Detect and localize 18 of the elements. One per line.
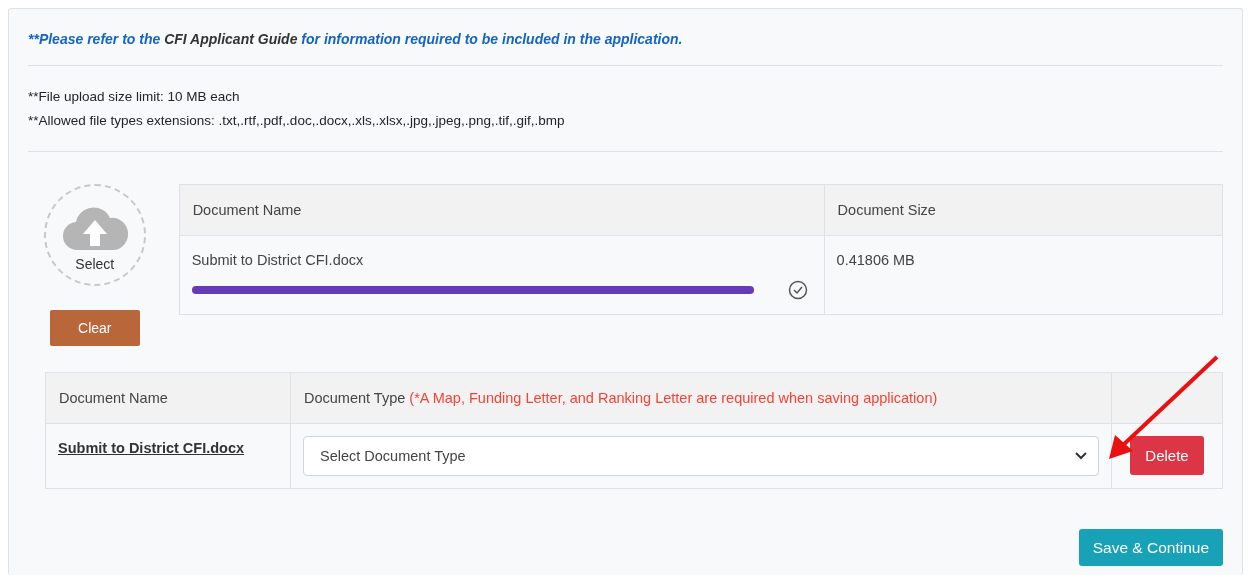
- chevron-down-icon: [1074, 451, 1088, 461]
- cloud-upload-icon: [61, 206, 128, 252]
- file-name: Submit to District CFI.docx: [191, 252, 365, 268]
- required-note: (*A Map, Funding Letter, and Ranking Letter are required when saving application): [409, 390, 938, 406]
- document-type-select[interactable]: Select Document Type: [303, 436, 1099, 476]
- select-file-button[interactable]: Select: [43, 184, 146, 286]
- limit-text: **File upload size limit: 10 MB each: [28, 88, 241, 106]
- notice-text: **Please refer to the CFI Applicant Guide for information required to be included in the application.: [28, 9, 1223, 66]
- column-header: Document Size: [824, 184, 1223, 236]
- limit-text: **Allowed file types extensions: .txt,.rtf,.pdf,.doc,.docx,.xls,.xlsx,.jpg,.jpeg,.png,.tif,.gif,.bmp: [28, 112, 566, 130]
- clear-button[interactable]: Clear: [49, 310, 140, 346]
- guide-link[interactable]: CFI Applicant Guide: [164, 31, 298, 47]
- document-link[interactable]: Submit to District CFI.docx: [58, 440, 245, 456]
- file-size: 0.41806 MB: [836, 252, 916, 268]
- column-header: Document Name: [59, 390, 168, 406]
- delete-button[interactable]: Delete: [1130, 436, 1204, 475]
- column-header: Document Name: [179, 184, 825, 236]
- column-header: Document Type: [304, 390, 406, 406]
